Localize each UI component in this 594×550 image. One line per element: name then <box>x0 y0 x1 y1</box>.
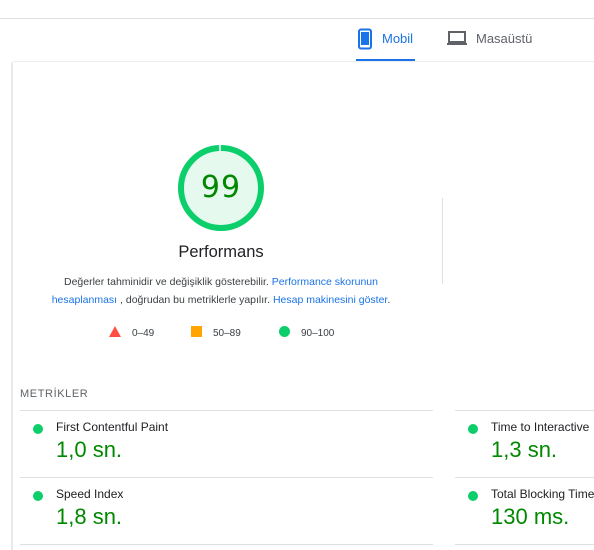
laptop-icon <box>446 28 468 53</box>
tab-mobile-label: Mobil <box>382 31 414 46</box>
metric-name: Total Blocking Time <box>491 487 594 501</box>
metric-divider <box>455 410 594 411</box>
metric-divider <box>455 477 594 478</box>
metric-value: 1,3 sn. <box>491 437 558 462</box>
square-icon <box>191 326 202 340</box>
metric-name: Time to Interactive <box>491 420 590 434</box>
metric-value: 1,0 sn. <box>56 437 123 462</box>
tab-mobile[interactable]: Mobil <box>356 28 416 62</box>
description-text: Değerler tahminidir ve değişiklik göster… <box>64 276 269 288</box>
tab-desktop[interactable]: Masaüstü <box>446 28 532 62</box>
metric-time-to-interactive: Time to Interactive 1,3 sn. <box>468 420 594 470</box>
legend-fail-label: 0–49 <box>132 327 155 339</box>
score-calculation-link-part1: Performance skorunun <box>271 276 378 288</box>
metrics-section-title: METRİKLER <box>20 388 89 400</box>
legend-fail: 0–49 <box>109 326 154 340</box>
score-description: Değerler tahminidir ve değişiklik göster… <box>30 273 412 309</box>
tab-desktop-label: Masaüstü <box>476 31 533 46</box>
score-value: 99 <box>200 170 242 205</box>
metric-divider <box>20 477 433 478</box>
circle-icon <box>279 326 290 340</box>
metric-value: 1,8 sn. <box>56 504 123 529</box>
metric-divider <box>455 544 594 545</box>
calculator-link[interactable]: Hesap makinesini göster <box>273 294 387 306</box>
legend-average: 50–89 <box>191 326 241 340</box>
score-calculation-link-part2: hesaplanması <box>51 294 118 306</box>
description-period: . <box>387 294 391 306</box>
smartphone-icon <box>356 28 374 55</box>
legend-pass-label: 90–100 <box>301 327 335 339</box>
description-text-2: , doğrudan bu metriklerle yapılır. <box>120 294 271 306</box>
legend-pass: 90–100 <box>279 326 334 340</box>
metric-name: First Contentful Paint <box>56 420 169 434</box>
metric-divider <box>20 544 433 545</box>
score-title: Performans <box>178 243 264 261</box>
metric-total-blocking-time: Total Blocking Time 130 ms. <box>468 487 594 537</box>
pass-indicator-icon <box>33 491 43 501</box>
pass-indicator-icon <box>468 424 478 434</box>
metric-value: 130 ms. <box>491 504 570 529</box>
card-left-border <box>11 62 13 550</box>
card-top-border <box>13 61 594 62</box>
metric-first-contentful-paint: First Contentful Paint 1,0 sn. <box>33 420 433 470</box>
pass-indicator-icon <box>468 491 478 501</box>
pass-indicator-icon <box>33 424 43 434</box>
top-divider <box>0 18 594 19</box>
vertical-divider <box>442 198 443 284</box>
legend-average-label: 50–89 <box>213 327 241 339</box>
triangle-icon <box>109 326 121 340</box>
metric-name: Speed Index <box>56 487 124 501</box>
metric-divider <box>20 410 433 411</box>
metric-speed-index: Speed Index 1,8 sn. <box>33 487 433 537</box>
